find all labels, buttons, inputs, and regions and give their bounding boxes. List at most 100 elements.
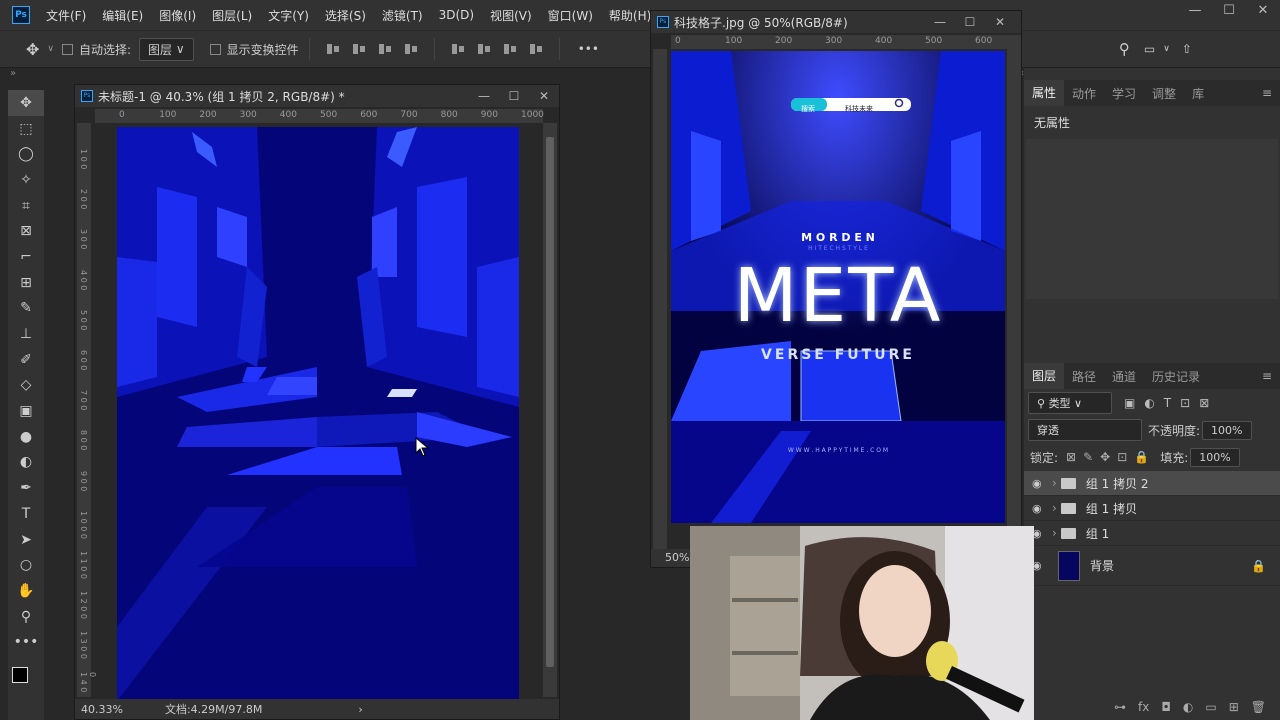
eye-icon[interactable]: ◉ (1032, 502, 1048, 515)
tab-properties[interactable]: 属性 (1024, 80, 1065, 106)
align-middle-icon[interactable] (476, 42, 492, 56)
menu-layer[interactable]: 图层(L) (204, 7, 260, 24)
lasso-tool-icon[interactable]: ◯ (8, 141, 44, 167)
brush-tool-icon[interactable]: ✎ (8, 296, 44, 322)
mask-icon[interactable]: ◘ (1161, 700, 1171, 714)
vertical-scrollbar[interactable] (543, 123, 557, 697)
close-icon[interactable]: ✕ (985, 15, 1015, 29)
distribute-icon[interactable] (403, 42, 419, 56)
move-tool-icon[interactable]: ✥ (8, 90, 44, 116)
menu-edit[interactable]: 编辑(E) (94, 7, 151, 24)
maximize-icon[interactable]: ☐ (955, 15, 985, 29)
blur-tool-icon[interactable]: ● (8, 424, 44, 450)
align-top-icon[interactable] (450, 42, 466, 56)
auto-select-checkbox[interactable]: 自动选择: (62, 41, 131, 58)
blend-mode-dropdown[interactable]: 穿透 (1028, 419, 1142, 441)
menu-image[interactable]: 图像(I) (151, 7, 204, 24)
chevron-down-icon[interactable]: ∨ (1163, 44, 1170, 54)
fill-input[interactable]: 100% (1190, 447, 1240, 467)
distribute-v-icon[interactable] (528, 42, 544, 56)
zoom-tool-icon[interactable]: ⚲ (8, 604, 44, 630)
zoom-level[interactable]: 40.33% (81, 703, 123, 716)
menu-filter[interactable]: 滤镜(T) (374, 7, 431, 24)
align-center-icon[interactable] (351, 42, 367, 56)
maximize-icon[interactable]: ☐ (499, 89, 529, 103)
panel-menu-icon[interactable]: ≡ (1262, 86, 1272, 100)
frame-tool-icon[interactable]: ⊠ (8, 218, 44, 244)
healing-brush-icon[interactable]: ⊞ (8, 270, 44, 296)
eyedropper-icon[interactable]: ⌐ (8, 244, 44, 270)
minimize-icon[interactable]: — (925, 15, 955, 29)
history-brush-icon[interactable]: ✐ (8, 347, 44, 373)
eye-icon[interactable]: ◉ (1032, 559, 1048, 572)
scroll-thumb[interactable] (546, 137, 554, 667)
layer-row[interactable]: ◉ › 组 1 拷贝 (1024, 496, 1280, 521)
color-swatches[interactable] (8, 655, 44, 695)
trash-icon[interactable]: 🗑 (1251, 700, 1266, 714)
chevron-right-icon[interactable]: › (358, 703, 362, 716)
share-icon[interactable]: ⇧ (1182, 42, 1192, 56)
close-icon[interactable]: ✕ (529, 89, 559, 103)
close-icon[interactable]: ✕ (1246, 0, 1280, 24)
zoom-level[interactable]: 50% (665, 551, 689, 564)
link-icon[interactable]: ⊶ (1114, 700, 1126, 714)
chevron-right-icon[interactable]: › (1052, 476, 1057, 490)
more-tools-icon[interactable]: ••• (8, 629, 44, 655)
tab-paths[interactable]: 路径 (1064, 368, 1104, 385)
new-layer-icon[interactable]: ⊞ (1229, 700, 1239, 714)
minimize-icon[interactable]: — (1178, 0, 1212, 24)
search-icon[interactable]: ⚲ (1119, 40, 1130, 58)
hand-tool-icon[interactable]: ✋ (8, 578, 44, 604)
layer-row[interactable]: ◉ › 组 1 拷贝 2 (1024, 471, 1280, 496)
chevron-down-icon[interactable]: ∨ (47, 44, 54, 54)
show-transform-checkbox[interactable]: 显示变换控件 (209, 41, 299, 58)
eraser-icon[interactable]: ◇ (8, 373, 44, 399)
tab-libraries[interactable]: 库 (1184, 85, 1212, 102)
foreground-color[interactable] (12, 667, 28, 684)
lock-icons[interactable]: ⊠✎✥⊡🔒 (1066, 450, 1156, 464)
auto-select-dropdown[interactable]: 图层 ∨ (139, 37, 194, 61)
layer-filter-dropdown[interactable]: ⚲ 类型 ∨ (1028, 392, 1112, 414)
tab-adjustments[interactable]: 调整 (1144, 85, 1184, 102)
align-left-icon[interactable] (325, 42, 341, 56)
tab-channels[interactable]: 通道 (1104, 368, 1144, 385)
tab-actions[interactable]: 动作 (1064, 85, 1104, 102)
layer-row[interactable]: ◉ › 组 1 (1024, 521, 1280, 546)
maximize-icon[interactable]: ☐ (1212, 0, 1246, 24)
marquee-tool-icon[interactable]: ⬚ (8, 116, 44, 142)
align-bottom-icon[interactable] (502, 42, 518, 56)
menu-view[interactable]: 视图(V) (482, 7, 540, 24)
eye-icon[interactable]: ◉ (1032, 527, 1048, 540)
tab-layers[interactable]: 图层 (1024, 363, 1065, 389)
path-select-icon[interactable]: ➤ (8, 527, 44, 553)
menu-type[interactable]: 文字(Y) (260, 7, 317, 24)
menu-3d[interactable]: 3D(D) (431, 8, 482, 22)
more-options-icon[interactable]: ••• (578, 42, 599, 56)
workspace-icon[interactable]: ▭ (1144, 42, 1155, 56)
panel-menu-icon[interactable]: ≡ (1262, 369, 1272, 383)
adjustment-icon[interactable]: ◐ (1183, 700, 1193, 714)
vertical-scrollbar[interactable] (1007, 49, 1021, 549)
tab-learn[interactable]: 学习 (1104, 85, 1144, 102)
filter-icons[interactable]: ▣◐T⊡⊠ (1124, 396, 1218, 410)
magic-wand-icon[interactable]: ✧ (8, 167, 44, 193)
dodge-tool-icon[interactable]: ◐ (8, 450, 44, 476)
gradient-tool-icon[interactable]: ▣ (8, 398, 44, 424)
opacity-input[interactable]: 100% (1202, 420, 1252, 440)
move-tool-icon[interactable]: ✥ (26, 40, 39, 59)
crop-tool-icon[interactable]: ⌗ (8, 193, 44, 219)
menu-select[interactable]: 选择(S) (317, 7, 374, 24)
chevron-right-icon[interactable]: › (1052, 526, 1057, 540)
fx-icon[interactable]: fx (1138, 700, 1149, 714)
menu-file[interactable]: 文件(F) (38, 7, 94, 24)
type-tool-icon[interactable]: T (8, 501, 44, 527)
stamp-tool-icon[interactable]: ⊥ (8, 321, 44, 347)
ellipse-tool-icon[interactable]: ○ (8, 552, 44, 578)
chevron-right-icon[interactable]: › (1052, 501, 1057, 515)
pen-tool-icon[interactable]: ✒ (8, 475, 44, 501)
collapse-icon[interactable]: » (10, 68, 16, 79)
minimize-icon[interactable]: — (469, 89, 499, 103)
layer-row[interactable]: ◉ 背景 🔒 (1024, 546, 1280, 586)
tab-history[interactable]: 历史记录 (1144, 368, 1208, 385)
folder-icon[interactable]: ▭ (1205, 700, 1216, 714)
